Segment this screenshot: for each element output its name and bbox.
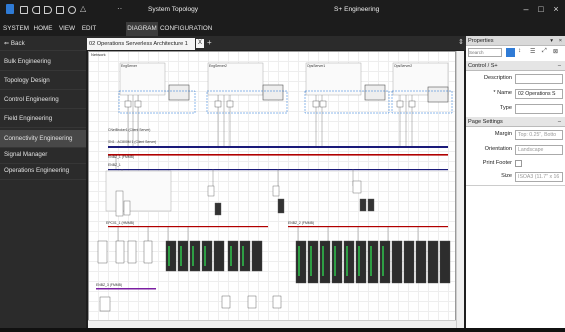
- save-icon[interactable]: [20, 6, 28, 14]
- label-epc01: EPC01_1 (HMMB): [106, 221, 135, 225]
- description-row: Description: [466, 72, 565, 85]
- section-control-label: Control / S+: [468, 63, 498, 69]
- orientation-field[interactable]: Landscape: [515, 145, 563, 155]
- properties-header: Properties ▾ ×: [466, 36, 565, 46]
- menu-system[interactable]: SYSTEM: [2, 22, 30, 36]
- more-icon[interactable]: ··: [117, 4, 122, 13]
- size-row: Size ISOA3 (11.7" x 16: [466, 170, 565, 183]
- label-eng-server-1: EngServer: [121, 64, 138, 68]
- nav-item-field-engineering[interactable]: Field Engineering: [0, 110, 86, 128]
- io-rack-right: [295, 240, 451, 284]
- size-label: Size: [501, 173, 512, 179]
- properties-divider: [466, 185, 565, 186]
- properties-panel: Properties ▾ × ↕ ☰ ⤢ ⊠ Control / S+ – De…: [466, 36, 565, 328]
- expand-all-icon[interactable]: ⤢: [542, 48, 547, 55]
- close-icon[interactable]: ×: [550, 4, 562, 14]
- collapse-icon[interactable]: –: [558, 117, 561, 127]
- app-title: S+ Engineering: [334, 6, 380, 13]
- size-field[interactable]: ISOA3 (11.7" x 16: [515, 172, 563, 182]
- margin-row: Margin Top: 0.25", Botto: [466, 128, 565, 141]
- section-page-label: Page Settings: [468, 119, 503, 125]
- margin-field[interactable]: Top: 0.25", Botto: [515, 130, 563, 140]
- label-eng-server-2: EngServer2: [209, 64, 227, 68]
- description-label: Description: [484, 75, 512, 81]
- print-footer-checkbox[interactable]: [515, 160, 522, 167]
- print-footer-row: Print Footer: [466, 157, 565, 170]
- controller-group: [105, 170, 375, 217]
- add-tab-button[interactable]: +: [207, 38, 212, 47]
- properties-toolbar: ↕ ☰ ⤢ ⊠: [468, 48, 563, 58]
- section-page-header[interactable]: Page Settings –: [466, 117, 565, 127]
- tab-overflow-icon[interactable]: ⇕: [458, 38, 464, 46]
- tab-close-button[interactable]: X: [196, 39, 204, 48]
- left-nav: ⇐ Back Bulk Engineering Topology Design …: [0, 36, 86, 332]
- nav-item-bulk-engineering[interactable]: Bulk Engineering: [0, 53, 86, 71]
- menu-view[interactable]: VIEW: [56, 22, 78, 36]
- label-cnet-broker: CNetBroker1 (Client Server): [108, 128, 151, 132]
- label-ops-server-1: OpsServer1: [307, 64, 326, 68]
- panel-pin-icon[interactable]: ▾: [550, 36, 553, 46]
- topology-diagram: [96, 62, 453, 312]
- nav-item-topology-design[interactable]: Topology Design: [0, 72, 86, 90]
- back-button[interactable]: ⇐ Back: [0, 37, 86, 51]
- name-row: * Name 02 Operations S: [466, 87, 565, 100]
- settings-icon[interactable]: [68, 6, 76, 14]
- type-label: Type: [499, 105, 512, 111]
- app-logo-icon: [6, 4, 14, 14]
- menu-configuration[interactable]: CONFIGURATION: [160, 22, 212, 36]
- categorized-view-icon[interactable]: [506, 48, 515, 57]
- app-window: △ ·· System Topology S+ Engineering – □ …: [0, 0, 565, 332]
- label-enbz-1: ENBZ_1: [108, 163, 121, 167]
- print-icon[interactable]: [56, 6, 64, 14]
- orientation-label: Orientation: [484, 146, 512, 152]
- window-title: System Topology: [148, 6, 199, 13]
- panel-close-icon[interactable]: ×: [559, 36, 562, 46]
- menu-home[interactable]: HOME: [31, 22, 55, 36]
- description-field[interactable]: [515, 74, 563, 84]
- type-field[interactable]: [515, 104, 563, 114]
- document-tab-bar: 02 Operations Serverless Architecture 1 …: [86, 36, 466, 50]
- sort-az-icon[interactable]: ↕: [518, 48, 521, 54]
- list-view-icon[interactable]: ☰: [530, 48, 535, 55]
- workstation-group: [119, 62, 449, 103]
- minimize-icon[interactable]: –: [520, 4, 532, 14]
- vertical-scrollbar[interactable]: [456, 51, 464, 328]
- name-field[interactable]: 02 Operations S: [515, 89, 563, 99]
- section-control-header[interactable]: Control / S+ –: [466, 61, 565, 71]
- margin-label: Margin: [494, 131, 512, 137]
- label-ops-server-2: OpsServer2: [394, 64, 413, 68]
- menu-edit[interactable]: EDIT: [79, 22, 99, 36]
- horizontal-scrollbar[interactable]: [88, 320, 456, 328]
- type-row: Type: [466, 102, 565, 115]
- diagram-canvas[interactable]: Network EngServer EngServer2 OpsServer1 …: [88, 51, 456, 328]
- tab-document[interactable]: 02 Operations Serverless Architecture 1: [87, 38, 195, 50]
- title-bar: △ ·· System Topology S+ Engineering – □ …: [0, 0, 565, 36]
- back-arrow-icon: ⇐: [4, 40, 11, 47]
- back-label: Back: [10, 40, 25, 47]
- label-sn1: SN1 - AC800M 1 (Client Server): [108, 140, 157, 144]
- collapse-icon[interactable]: –: [558, 61, 561, 71]
- help-icon[interactable]: △: [80, 4, 86, 13]
- properties-search-input[interactable]: [468, 48, 502, 57]
- print-footer-label: Print Footer: [482, 160, 512, 166]
- properties-title: Properties: [468, 38, 494, 44]
- menu-diagram[interactable]: DIAGRAM: [126, 22, 158, 36]
- orientation-row: Orientation Landscape: [466, 143, 565, 156]
- undo-icon[interactable]: [32, 6, 40, 14]
- label-enbz-3: ENBZ_3 (FMMB): [96, 283, 122, 287]
- nav-item-operations-engineering[interactable]: Operations Engineering: [0, 162, 86, 180]
- label-enbz-1-fmmb: ENBZ_1 (FMMB): [108, 155, 134, 159]
- collapse-all-icon[interactable]: ⊠: [553, 48, 558, 55]
- name-label: * Name: [493, 90, 512, 96]
- label-enbz-2: ENBZ_2 (FMMB): [288, 221, 314, 225]
- nav-item-control-engineering[interactable]: Control Engineering: [0, 91, 86, 109]
- redo-icon[interactable]: [44, 6, 52, 14]
- status-bar: [0, 328, 565, 332]
- maximize-icon[interactable]: □: [535, 4, 547, 14]
